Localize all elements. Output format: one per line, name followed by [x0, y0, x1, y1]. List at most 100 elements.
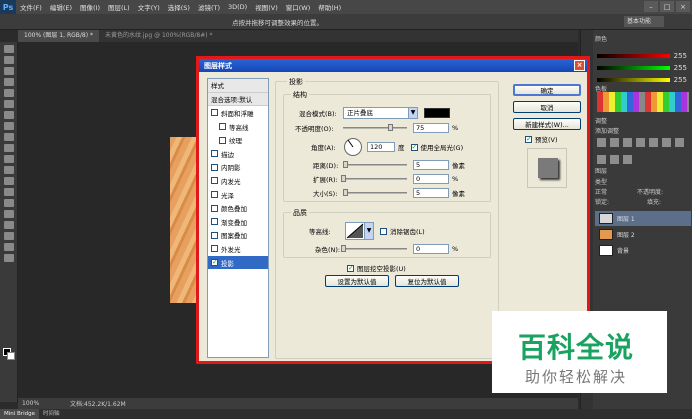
- satin-checkbox[interactable]: [211, 191, 218, 199]
- layer-row-background[interactable]: 背景: [595, 243, 691, 258]
- distance-field[interactable]: 5: [413, 160, 449, 170]
- contour-picker[interactable]: ▼: [345, 222, 374, 240]
- tab-mini-bridge[interactable]: Mini Bridge: [0, 409, 39, 419]
- new-style-button[interactable]: 新建样式(W)...: [513, 118, 581, 130]
- brush-tool-icon[interactable]: [4, 122, 14, 130]
- dodge-tool-icon[interactable]: [4, 188, 14, 196]
- opacity-slider-thumb[interactable]: [388, 124, 393, 131]
- zoom-level[interactable]: 100%: [18, 400, 46, 407]
- dialog-titlebar[interactable]: 图层样式 ×: [199, 59, 587, 72]
- bw-icon[interactable]: [597, 155, 606, 164]
- pen-tool-icon[interactable]: [4, 199, 14, 207]
- spread-slider[interactable]: [341, 175, 407, 182]
- tab-color[interactable]: 颜色: [595, 34, 607, 43]
- vibrance-icon[interactable]: [649, 138, 658, 147]
- ok-button[interactable]: 确定: [513, 84, 581, 96]
- menu-3d[interactable]: 3D(D): [224, 3, 251, 11]
- path-select-tool-icon[interactable]: [4, 221, 14, 229]
- layer-blend-mode[interactable]: 正常: [595, 187, 607, 196]
- zoom-tool-icon[interactable]: [4, 254, 14, 262]
- stroke-checkbox[interactable]: [211, 150, 218, 158]
- menu-select[interactable]: 选择(S): [164, 2, 194, 12]
- maximize-icon[interactable]: □: [660, 1, 674, 12]
- menu-filter[interactable]: 滤镜(T): [194, 2, 224, 12]
- brightness-icon[interactable]: [597, 138, 606, 147]
- style-item-color-overlay[interactable]: 颜色叠加: [208, 201, 268, 215]
- outer-glow-checkbox[interactable]: [211, 245, 218, 253]
- stamp-tool-icon[interactable]: [4, 133, 14, 141]
- inner-shadow-checkbox[interactable]: [211, 163, 218, 171]
- background-color-swatch[interactable]: [7, 352, 15, 360]
- shadow-color-swatch[interactable]: [424, 108, 450, 118]
- menu-window[interactable]: 窗口(W): [282, 2, 315, 12]
- menu-view[interactable]: 视图(V): [251, 2, 282, 12]
- layer-row-1[interactable]: 图层 1: [595, 211, 691, 226]
- angle-field[interactable]: 120: [367, 142, 395, 152]
- noise-slider-thumb[interactable]: [341, 245, 346, 252]
- global-light-checkbox[interactable]: [410, 143, 418, 151]
- size-field[interactable]: 5: [413, 188, 449, 198]
- opacity-slider[interactable]: [343, 124, 407, 131]
- menu-type[interactable]: 文字(Y): [134, 2, 164, 12]
- texture-checkbox[interactable]: [219, 136, 226, 144]
- menu-edit[interactable]: 编辑(E): [46, 2, 76, 12]
- layer-row-2[interactable]: 图层 2: [595, 227, 691, 242]
- inner-glow-checkbox[interactable]: [211, 177, 218, 185]
- style-item-bevel-emboss[interactable]: 斜面和浮雕: [208, 106, 268, 120]
- doc-tab-active[interactable]: 100% (图层 1, RGB/8) *: [18, 30, 99, 42]
- hand-tool-icon[interactable]: [4, 243, 14, 251]
- healing-tool-icon[interactable]: [4, 111, 14, 119]
- menu-file[interactable]: 文件(F): [16, 2, 46, 12]
- tab-timeline[interactable]: 时间轴: [39, 409, 64, 419]
- style-item-styles[interactable]: 样式: [208, 79, 268, 93]
- swatch-grid[interactable]: [597, 92, 689, 112]
- color-overlay-checkbox[interactable]: [211, 204, 218, 212]
- history-brush-tool-icon[interactable]: [4, 144, 14, 152]
- style-item-blending-options[interactable]: 混合选项:默认: [208, 92, 268, 107]
- contour-checkbox[interactable]: [219, 123, 226, 131]
- exposure-icon[interactable]: [636, 138, 645, 147]
- lasso-tool-icon[interactable]: [4, 67, 14, 75]
- menu-image[interactable]: 图像(I): [76, 2, 104, 12]
- make-default-button[interactable]: 设置为默认值: [325, 275, 389, 287]
- tab-layers[interactable]: 图层: [595, 166, 607, 175]
- reset-default-button[interactable]: 复位为默认值: [395, 275, 459, 287]
- eyedropper-tool-icon[interactable]: [4, 100, 14, 108]
- menu-layer[interactable]: 图层(L): [104, 2, 134, 12]
- move-tool-icon[interactable]: [4, 45, 14, 53]
- red-slider[interactable]: [597, 54, 670, 58]
- close-window-icon[interactable]: ×: [676, 1, 690, 12]
- style-item-inner-glow[interactable]: 内发光: [208, 174, 268, 188]
- anti-alias-checkbox[interactable]: [380, 227, 387, 235]
- curves-icon[interactable]: [623, 138, 632, 147]
- quick-select-tool-icon[interactable]: [4, 78, 14, 86]
- style-item-gradient-overlay[interactable]: 渐变叠加: [208, 215, 268, 229]
- style-item-contour[interactable]: 等高线: [208, 120, 268, 134]
- preview-checkbox[interactable]: [525, 135, 532, 143]
- doc-tab-inactive[interactable]: 未黄色的水纹.jpg @ 100%(RGB/8#) *: [99, 30, 219, 42]
- gradient-overlay-checkbox[interactable]: [211, 218, 218, 226]
- hue-icon[interactable]: [662, 138, 671, 147]
- shape-tool-icon[interactable]: [4, 232, 14, 240]
- eraser-tool-icon[interactable]: [4, 155, 14, 163]
- spread-slider-thumb[interactable]: [341, 175, 346, 182]
- blur-tool-icon[interactable]: [4, 177, 14, 185]
- channel-mixer-icon[interactable]: [623, 155, 632, 164]
- green-slider[interactable]: [597, 66, 670, 70]
- gradient-tool-icon[interactable]: [4, 166, 14, 174]
- style-item-satin[interactable]: 光泽: [208, 188, 268, 202]
- size-slider[interactable]: [343, 189, 407, 196]
- drop-shadow-checkbox[interactable]: [211, 258, 218, 267]
- dialog-close-icon[interactable]: ×: [574, 60, 585, 71]
- style-item-stroke[interactable]: 描边: [208, 147, 268, 161]
- tab-adjustments[interactable]: 调整: [595, 116, 607, 125]
- noise-field[interactable]: 0: [413, 244, 449, 254]
- color-balance-icon[interactable]: [675, 138, 684, 147]
- cancel-button[interactable]: 取消: [513, 101, 581, 113]
- distance-slider-thumb[interactable]: [343, 161, 348, 168]
- size-slider-thumb[interactable]: [343, 189, 348, 196]
- text-tool-icon[interactable]: [4, 210, 14, 218]
- pattern-overlay-checkbox[interactable]: [211, 231, 218, 239]
- style-item-texture[interactable]: 纹理: [208, 133, 268, 147]
- bevel-emboss-checkbox[interactable]: [211, 109, 218, 117]
